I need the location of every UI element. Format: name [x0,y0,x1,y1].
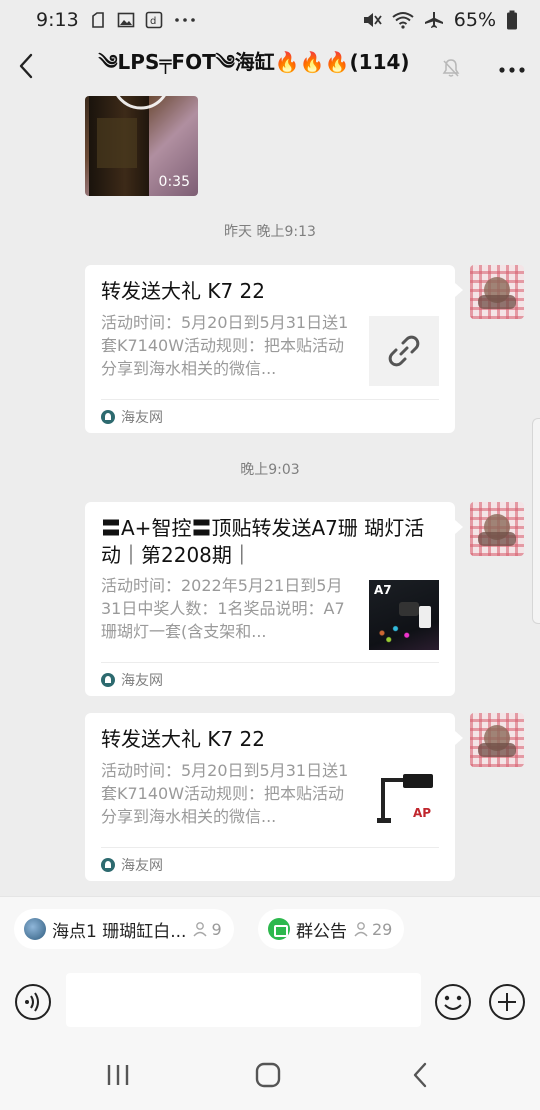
avatar[interactable] [470,713,524,767]
avatar[interactable] [470,502,524,556]
bell-off-icon [436,58,466,78]
timestamp: 昨天 晚上9:13 [224,224,316,240]
quick-access-bar: 海点1 珊瑚缸白... 9 群公告 29 [0,896,540,964]
person-icon [193,922,207,937]
status-right: 65% [362,9,518,31]
card-description: 活动时间：5月20日到5月31日送1套K7140W活动规则：把本贴活动分享到海水… [101,313,349,378]
chip-count-value: 29 [372,919,393,939]
card-source: 海友网 [101,855,163,875]
timestamp: 晚上9:03 [240,462,300,478]
card-thumbnail: AP [369,764,439,834]
d-app-icon: d [145,11,163,29]
card-divider [101,399,439,400]
clipboard-icon [89,11,107,29]
thumb-lamp [399,602,419,616]
message-input[interactable] [66,973,421,1027]
coral-lamp-image: AP [377,774,433,823]
nav-back-button[interactable] [400,1060,440,1090]
card-thumbnail [369,316,439,386]
recents-icon [107,1065,129,1085]
person-icon [354,922,368,937]
battery-icon [506,10,518,30]
back-icon [413,1062,427,1088]
airplane-icon [424,11,444,29]
avatar-figure-body [478,743,516,757]
card-title: 〓A+智控〓顶贴转发送A7珊 瑚灯活动｜第2208期｜ [101,516,425,567]
thumb-corals [373,622,418,644]
input-bar [0,964,540,1040]
chevron-left-icon [18,53,34,83]
chip-count: 29 [353,920,392,939]
status-time: 9:13 [36,9,79,31]
side-handle[interactable] [532,418,540,624]
video-duration: 0:35 [158,174,190,190]
avatar[interactable] [470,265,524,319]
play-icon [116,96,166,110]
card-divider [101,662,439,663]
chip-label: 海点1 珊瑚缸白... [52,921,187,942]
video-thumb-label [97,118,137,168]
link-card[interactable]: 〓A+智控〓顶贴转发送A7珊 瑚灯活动｜第2208期｜ 活动时间：2022年5月… [85,502,463,696]
system-nav-bar [0,1040,540,1110]
voice-icon [15,984,51,1020]
emoji-icon [435,984,471,1020]
link-card[interactable]: 转发送大礼 K7 22 活动时间：5月20日到5月31日送1套K7140W活动规… [85,713,463,881]
chat-header: ༄LPS╤FOT༄海缸🔥🔥🔥(114) [0,40,540,96]
group-avatar-icon [24,918,46,940]
card-thumbnail: A7 [369,580,439,650]
link-icon [388,335,420,367]
link-card[interactable]: 转发送大礼 K7 22 活动时间：5月20日到5月31日送1套K7140W活动规… [85,265,463,433]
card-title: 转发送大礼 K7 22 [101,279,266,303]
card-description: 活动时间：2022年5月21日到5月31日中奖人数：1名奖品说明：A7珊瑚灯一套… [101,576,345,641]
avatar-figure-body [478,295,516,309]
chat-title: ༄LPS╤FOT༄海缸🔥🔥🔥(114) [98,50,410,74]
video-message[interactable]: 0:35 [85,96,198,196]
more-dots-icon [173,11,197,29]
image-icon [117,11,135,29]
plus-circle-icon [489,984,525,1020]
thumb-phone [419,606,431,628]
source-name: 海友网 [121,410,163,426]
voice-button[interactable] [14,983,52,1021]
chat-message-list[interactable]: 0:35 昨天 晚上9:13 转发送大礼 K7 22 活动时间：5月20日到5月… [0,96,540,896]
back-button[interactable] [0,40,52,96]
home-button[interactable] [248,1060,288,1090]
status-left: 9:13 d [36,9,197,31]
card-source: 海友网 [101,670,163,690]
recents-button[interactable] [98,1060,138,1090]
card-source: 海友网 [101,407,163,427]
source-logo-icon [101,673,115,687]
more-functions-button[interactable] [488,983,526,1021]
home-icon [255,1062,281,1088]
source-logo-icon [101,410,115,424]
thumb-a7-text: A7 [374,583,392,597]
battery-percent: 65% [453,9,496,31]
chip-count-value: 9 [211,919,222,939]
wifi-icon [392,11,414,29]
more-dots-icon [498,59,526,78]
status-bar: 9:13 d 65% [0,0,540,40]
svg-text:d: d [150,16,156,27]
brand-text: AP [413,806,431,820]
emoji-button[interactable] [434,983,472,1021]
card-description: 活动时间：5月20日到5月31日送1套K7140W活动规则：把本贴活动分享到海水… [101,761,349,826]
more-options-button[interactable] [484,40,540,96]
chip-group-topic[interactable]: 海点1 珊瑚缸白... 9 [14,909,234,949]
mute-icon [362,11,382,29]
source-name: 海友网 [121,858,163,874]
chip-count: 9 [192,919,222,939]
card-title: 转发送大礼 K7 22 [101,727,266,751]
notice-icon [268,918,290,940]
chip-group-notice[interactable]: 群公告 29 [258,909,405,949]
source-logo-icon [101,858,115,872]
source-name: 海友网 [121,673,163,689]
chip-label: 群公告 [296,921,347,942]
card-divider [101,847,439,848]
avatar-figure-body [478,532,516,546]
